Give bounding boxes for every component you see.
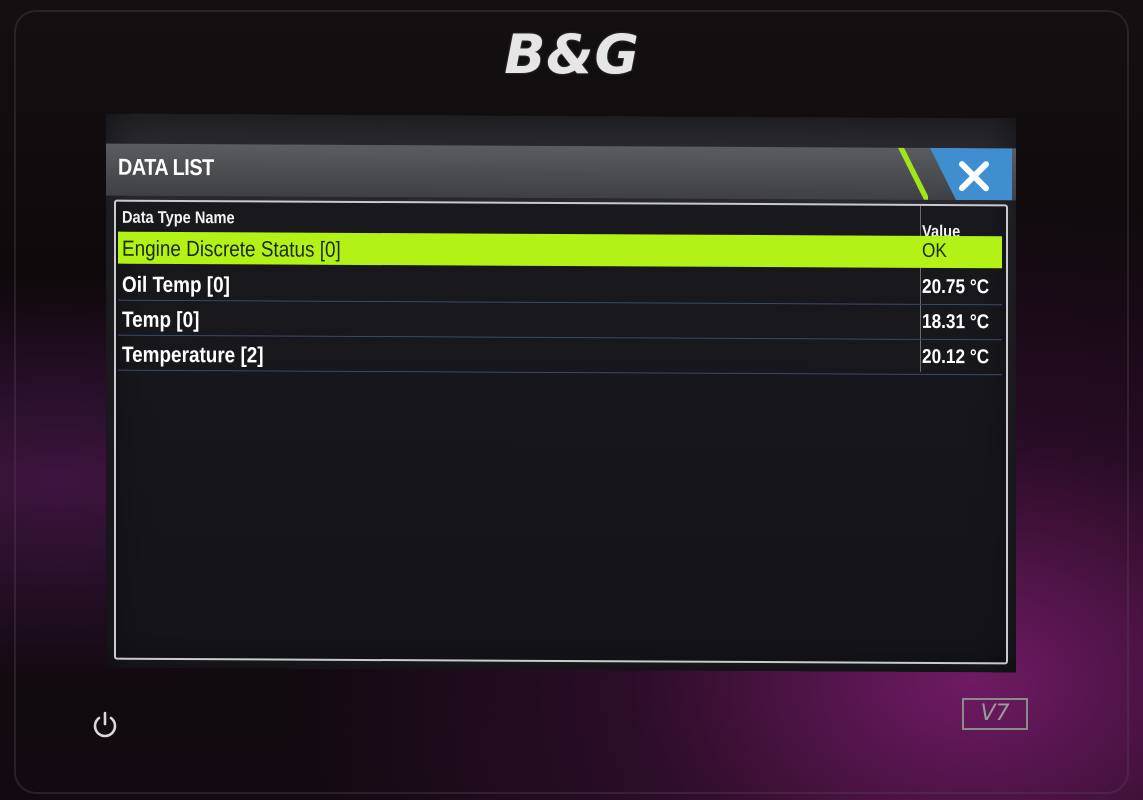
column-header-name: Data Type Name (122, 207, 235, 228)
row-name: Temp [0] (122, 306, 200, 333)
row-value: 20.12 °C (922, 345, 990, 369)
table-row[interactable]: Temp [0] 18.31 °C (118, 302, 1002, 341)
data-list-table: Data Type Name Value Engine Discrete Sta… (114, 199, 1008, 665)
row-value: 18.31 °C (922, 310, 990, 334)
table-row[interactable]: Temperature [2] 20.12 °C (118, 337, 1002, 376)
row-value: OK (922, 239, 947, 263)
model-badge: V7 (962, 698, 1028, 730)
row-name: Oil Temp [0] (122, 271, 230, 298)
row-value: 20.75 °C (922, 275, 990, 299)
power-icon[interactable] (90, 710, 120, 740)
brand-logo: B&G (504, 23, 640, 86)
table-header: Data Type Name Value (116, 202, 1006, 241)
table-row[interactable]: Engine Discrete Status [0] OK (118, 231, 1002, 269)
table-row[interactable]: Oil Temp [0] 20.75 °C (118, 267, 1002, 306)
row-name: Engine Discrete Status [0] (122, 235, 341, 262)
device-bezel: B&G DATA LIST Data Type Name Value Engin… (0, 0, 1143, 800)
display-screen: DATA LIST Data Type Name Value Engine Di… (106, 113, 1016, 673)
dialog-title: DATA LIST (118, 153, 214, 181)
row-name: Temperature [2] (122, 341, 264, 368)
close-icon[interactable] (956, 158, 992, 194)
dialog-titlebar: DATA LIST (106, 143, 1016, 201)
